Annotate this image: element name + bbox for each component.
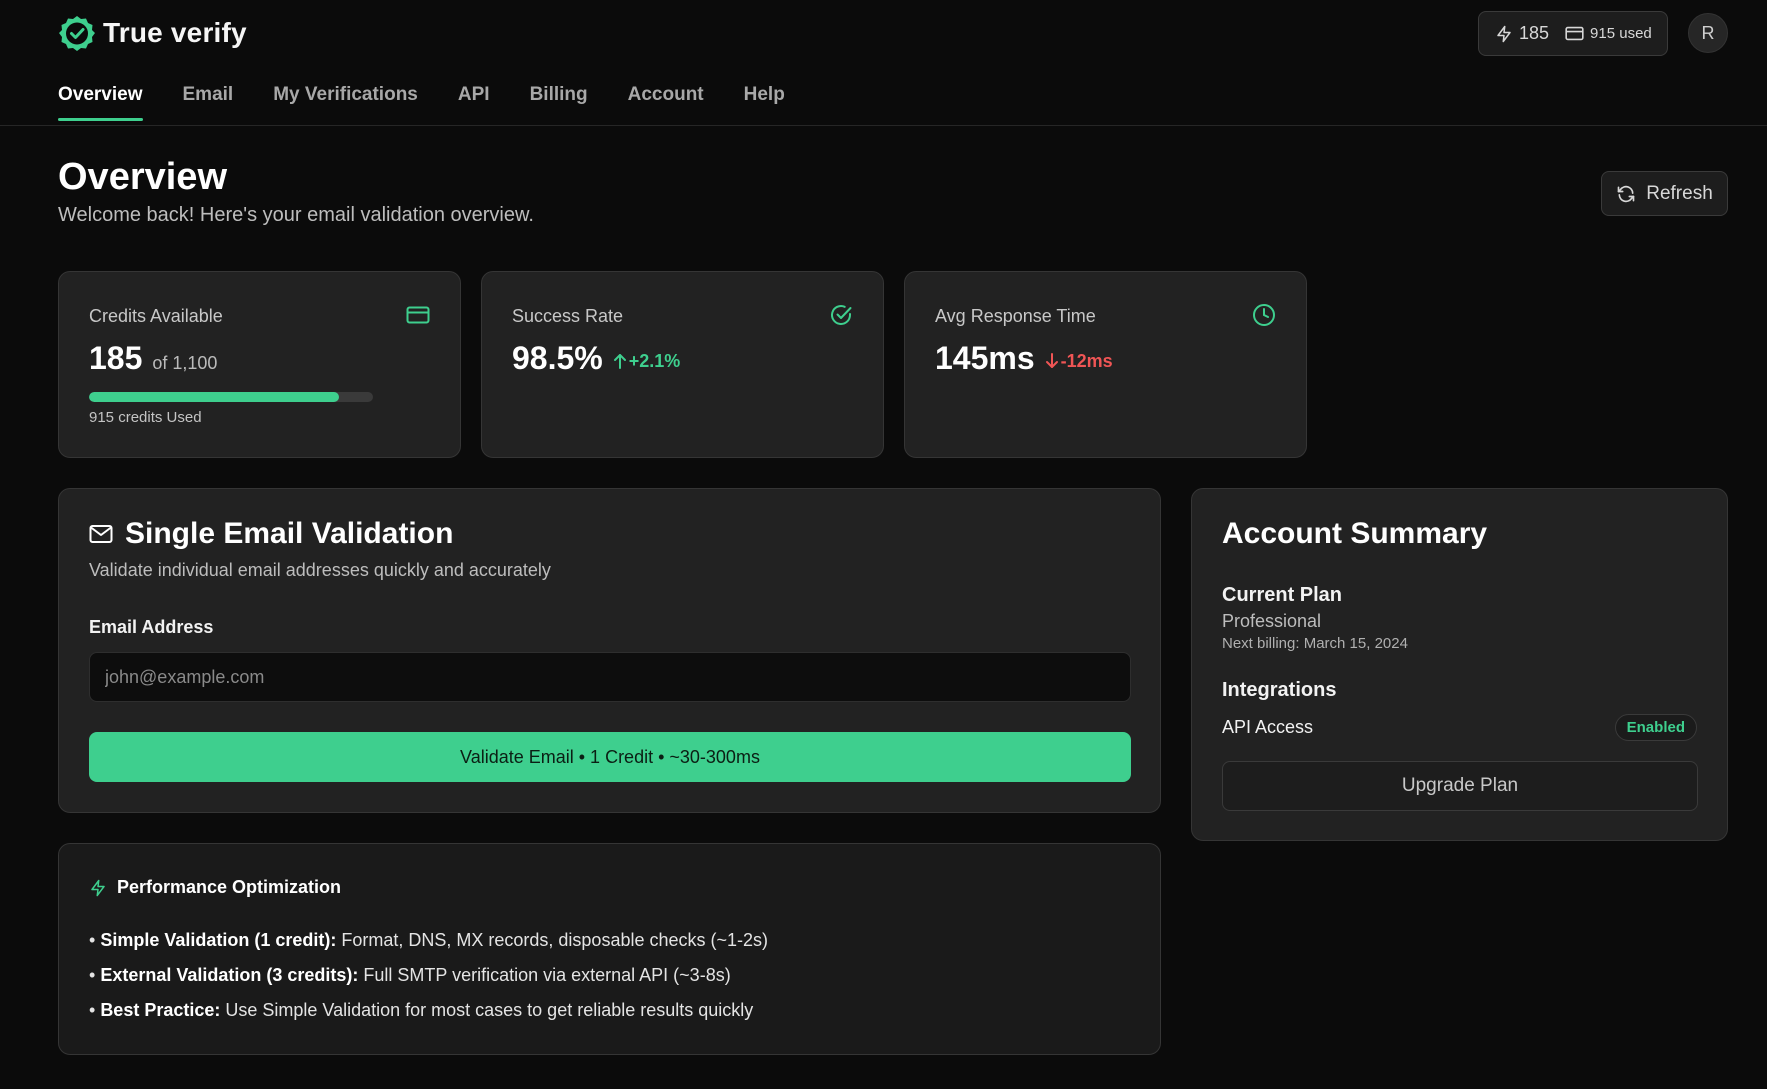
app-name: True verify <box>103 17 247 48</box>
main-nav: Overview Email My Verifications API Bill… <box>58 84 825 121</box>
avatar[interactable]: R <box>1688 13 1728 53</box>
tab-help[interactable]: Help <box>744 84 785 121</box>
single-email-validation-card: Single Email Validation Validate individ… <box>58 488 1161 813</box>
list-item: • Simple Validation (1 credit): Format, … <box>89 930 769 950</box>
tip-text: Full SMTP verification via external API … <box>358 965 731 985</box>
performance-tips-list: • Simple Validation (1 credit): Format, … <box>89 930 768 1035</box>
credits-count: 185 <box>1519 23 1550 43</box>
account-summary-card: Account Summary Current Plan Professiona… <box>1191 488 1728 841</box>
validate-email-button[interactable]: Validate Email • 1 Credit • ~30-300ms <box>89 732 1131 782</box>
success-rate-card: Success Rate 98.5% +2.1% <box>481 271 884 458</box>
arrow-up-icon <box>613 354 626 369</box>
upgrade-plan-button[interactable]: Upgrade Plan <box>1222 761 1698 811</box>
check-circle-icon <box>831 305 852 325</box>
success-rate-value: 98.5% <box>512 340 603 376</box>
tab-api[interactable]: API <box>458 84 490 121</box>
email-input[interactable] <box>89 652 1131 702</box>
performance-optimization-card: Performance Optimization • Simple Valida… <box>58 843 1161 1055</box>
stat-label: Success Rate <box>512 306 624 326</box>
credits-total: of 1,100 <box>152 353 218 373</box>
email-field-label: Email Address <box>89 617 214 637</box>
integrations-heading: Integrations <box>1222 679 1337 701</box>
response-time-card: Avg Response Time 145ms -12ms <box>904 271 1307 458</box>
api-access-label: API Access <box>1222 717 1314 737</box>
list-item: • Best Practice: Use Simple Validation f… <box>89 1000 754 1020</box>
tip-text: Use Simple Validation for most cases to … <box>220 1000 754 1020</box>
tip-text: Format, DNS, MX records, disposable chec… <box>336 930 769 950</box>
tip-label: External Validation (3 credits): <box>100 965 359 985</box>
account-summary-title: Account Summary <box>1222 517 1488 550</box>
list-item: • External Validation (3 credits): Full … <box>89 965 731 985</box>
credit-card-icon <box>1565 26 1584 41</box>
refresh-button[interactable]: Refresh <box>1601 171 1728 216</box>
mail-icon <box>89 525 113 543</box>
used-label: 915 used <box>1590 25 1652 42</box>
verified-badge-icon <box>59 16 95 51</box>
performance-title-text: Performance Optimization <box>117 877 342 897</box>
used-credits: 915 used <box>1565 25 1652 42</box>
tab-email[interactable]: Email <box>183 84 234 121</box>
response-delta-value: -12ms <box>1060 350 1113 371</box>
tab-account[interactable]: Account <box>628 84 704 121</box>
credits-pill[interactable]: 185 915 used <box>1478 11 1668 56</box>
page-title: Overview <box>58 156 227 198</box>
credits-value: 185 <box>89 340 143 376</box>
response-delta: -12ms <box>1045 351 1113 372</box>
credits-progress-bar <box>89 392 373 402</box>
credits-card: Credits Available 185 of 1,100 915 credi… <box>58 271 461 458</box>
stat-label: Credits Available <box>89 306 223 326</box>
credits-progress-fill <box>89 392 339 402</box>
arrow-down-icon <box>1045 353 1058 368</box>
tab-overview[interactable]: Overview <box>58 84 143 121</box>
refresh-icon <box>1617 185 1635 202</box>
validation-subtitle: Validate individual email addresses quic… <box>89 560 551 580</box>
stat-value-row: 145ms -12ms <box>935 340 1113 377</box>
performance-title: Performance Optimization <box>89 877 341 898</box>
plan-name: Professional <box>1222 611 1322 631</box>
api-status-badge: Enabled <box>1614 714 1697 741</box>
validation-title-text: Single Email Validation <box>125 517 454 550</box>
credits-used-note: 915 credits Used <box>89 409 202 426</box>
tip-label: Simple Validation (1 credit): <box>100 930 337 950</box>
tip-label: Best Practice: <box>100 1000 221 1020</box>
tab-billing[interactable]: Billing <box>530 84 588 121</box>
response-time-value: 145ms <box>935 340 1035 376</box>
lightning-icon <box>91 879 105 896</box>
top-bar: True verify 185 915 used R Overview Emai… <box>0 0 1767 126</box>
credit-card-icon <box>406 306 430 324</box>
refresh-label: Refresh <box>1646 182 1713 204</box>
stat-value-row: 185 of 1,100 <box>89 340 217 377</box>
next-billing: Next billing: March 15, 2024 <box>1222 635 1408 652</box>
clock-icon <box>1253 304 1275 326</box>
current-plan-heading: Current Plan <box>1222 584 1343 606</box>
tab-my-verifications[interactable]: My Verifications <box>273 84 418 121</box>
validation-title: Single Email Validation <box>89 517 453 551</box>
brand[interactable]: True verify <box>59 14 247 52</box>
success-delta: +2.1% <box>613 350 681 372</box>
stat-value-row: 98.5% +2.1% <box>512 340 680 377</box>
lightning-icon <box>1497 25 1511 42</box>
page-subtitle: Welcome back! Here's your email validati… <box>58 204 534 226</box>
success-delta-value: +2.1% <box>628 350 681 371</box>
stat-label: Avg Response Time <box>935 306 1096 326</box>
